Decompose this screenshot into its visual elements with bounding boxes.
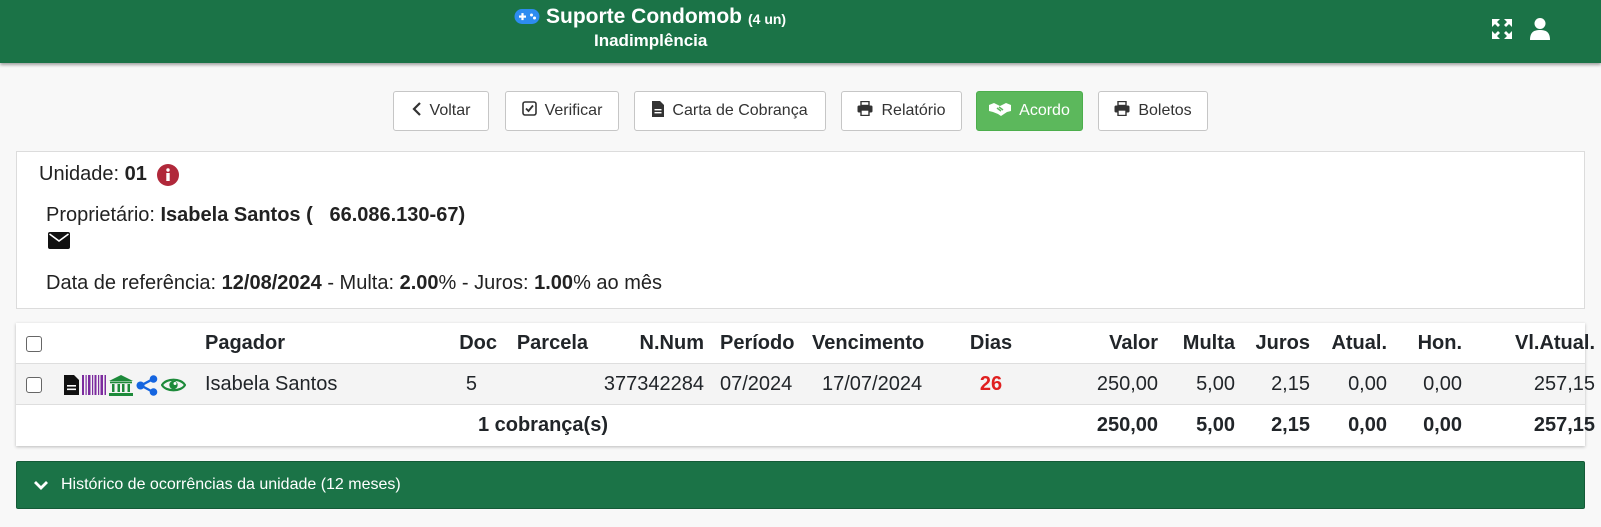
eye-icon[interactable] <box>161 376 186 394</box>
agreement-label: Acordo <box>1019 102 1070 119</box>
interest-rate: 1.00 <box>534 272 574 294</box>
payer-name: Isabela Santos <box>205 373 338 395</box>
envelope-icon[interactable] <box>48 232 70 249</box>
fine-value: 5,00 <box>1196 373 1235 395</box>
owner-name: Isabela Santos ( <box>160 204 313 226</box>
slips-label: Boletos <box>1138 102 1192 119</box>
print-icon <box>857 100 873 121</box>
table-totals-row: 1 cobrança(s) 250,00 5,00 2,15 0,00 0,00… <box>16 405 1595 446</box>
verify-button[interactable]: Verificar <box>505 91 619 131</box>
slips-button[interactable]: Boletos <box>1098 91 1208 131</box>
owner-line: Proprietário: Isabela Santos ( 66.086.13… <box>46 204 465 227</box>
info-icon[interactable] <box>156 163 179 186</box>
table-row: Isabela Santos 5 377342284 07/2024 17/07… <box>16 364 1595 405</box>
interest-value: 2,15 <box>1271 373 1310 395</box>
unit-label: Unidade: <box>39 163 120 185</box>
back-label: Voltar <box>429 102 471 119</box>
print-icon <box>1114 100 1130 121</box>
interest-label: % - Juros: <box>438 272 529 294</box>
app-name: Suporte Condomob <box>546 5 742 28</box>
collection-letter-label: Carta de Cobrança <box>672 102 808 119</box>
updated-value: 257,15 <box>1533 373 1595 395</box>
owner-document: 66.086.130-67) <box>329 204 466 226</box>
bank-icon[interactable] <box>109 374 133 396</box>
top-header: Suporte Condomob (4 un) Inadimplência <box>0 0 1601 63</box>
app-title: Suporte Condomob (4 un) <box>514 4 786 30</box>
reference-line: Data de referência: 12/08/2024 - Multa: … <box>46 272 662 295</box>
col-payer[interactable]: Pagador <box>205 323 285 364</box>
total-update: 0,00 <box>1348 414 1387 436</box>
chevron-down-icon <box>33 480 49 491</box>
select-all-checkbox[interactable] <box>26 336 42 352</box>
barcode-icon[interactable] <box>82 375 106 395</box>
report-button[interactable]: Relatório <box>841 91 962 131</box>
document-icon[interactable] <box>64 375 79 395</box>
check-square-icon <box>521 101 537 121</box>
unit-count: (4 un) <box>747 11 787 27</box>
days-overdue: 26 <box>979 373 1003 395</box>
table-header-row: Pagador Doc Parcela N.Num Período Vencim… <box>16 323 1595 364</box>
doc-number: 5 <box>465 373 477 395</box>
chevron-left-icon <box>411 101 422 121</box>
interest-suffix: % ao mês <box>573 272 662 294</box>
col-interest[interactable]: Juros <box>1235 323 1310 364</box>
row-actions <box>64 372 186 398</box>
col-update[interactable]: Atual. <box>1310 323 1387 364</box>
report-label: Relatório <box>881 102 946 119</box>
share-icon[interactable] <box>136 374 158 396</box>
col-due-date[interactable]: Vencimento <box>812 323 924 364</box>
handshake-icon <box>989 102 1012 121</box>
col-updated-value[interactable]: Vl.Atual. <box>1462 323 1595 364</box>
row-checkbox[interactable] <box>26 377 42 393</box>
verify-label: Verificar <box>544 102 603 119</box>
our-number: 377342284 <box>603 373 704 395</box>
unit-value: 01 <box>124 163 147 185</box>
action-toolbar: Voltar Verificar Carta de Cobrança Relat… <box>0 91 1601 131</box>
reference-date: 12/08/2024 <box>221 272 322 294</box>
owner-label: Proprietário: <box>46 204 155 226</box>
agreement-button[interactable]: Acordo <box>976 91 1083 131</box>
back-button[interactable]: Voltar <box>393 91 489 131</box>
history-label: Histórico de ocorrências da unidade (12 … <box>61 476 401 493</box>
total-interest: 2,15 <box>1271 414 1310 436</box>
col-fine[interactable]: Multa <box>1158 323 1235 364</box>
history-panel-toggle[interactable]: Histórico de ocorrências da unidade (12 … <box>16 461 1585 509</box>
total-fees: 0,00 <box>1423 414 1462 436</box>
col-fees[interactable]: Hon. <box>1387 323 1462 364</box>
col-installment[interactable]: Parcela <box>486 323 588 364</box>
total-value: 250,00 <box>1096 414 1158 436</box>
installment-value <box>486 364 588 405</box>
file-icon <box>652 100 665 122</box>
collection-letter-button[interactable]: Carta de Cobrança <box>634 91 826 131</box>
fine-label: - Multa: <box>327 272 395 294</box>
due-date: 17/07/2024 <box>822 373 923 395</box>
unit-line: Unidade: 01 <box>39 163 179 186</box>
fine-rate: 2.00 <box>399 272 439 294</box>
fees-value: 0,00 <box>1423 373 1462 395</box>
total-updated-value: 257,15 <box>1533 414 1595 436</box>
period-value: 07/2024 <box>720 373 793 395</box>
user-icon[interactable] <box>1527 16 1553 42</box>
col-days[interactable]: Dias <box>956 323 1026 364</box>
col-period[interactable]: Período <box>720 323 794 364</box>
original-value: 250,00 <box>1096 373 1158 395</box>
page-title: Inadimplência <box>594 31 708 50</box>
charge-count: 1 cobrança(s) <box>477 414 608 436</box>
charges-table: Pagador Doc Parcela N.Num Período Vencim… <box>16 323 1595 446</box>
reference-label: Data de referência: <box>46 272 217 294</box>
total-fine: 5,00 <box>1196 414 1235 436</box>
update-value: 0,00 <box>1348 373 1387 395</box>
unit-info-panel: Unidade: 01 Proprietário: Isabela Santos… <box>16 151 1585 309</box>
gamepad-icon <box>514 8 540 26</box>
col-value[interactable]: Valor <box>1036 323 1158 364</box>
expand-icon[interactable] <box>1489 16 1515 42</box>
col-number[interactable]: N.Num <box>608 323 704 364</box>
